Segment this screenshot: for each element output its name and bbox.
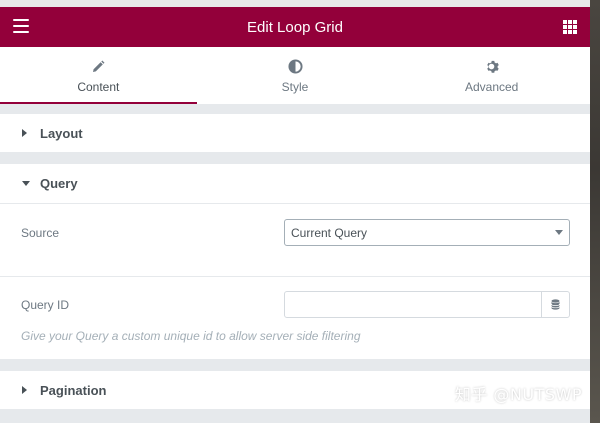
source-select[interactable]: Current Query: [284, 219, 570, 246]
half-circle-icon: [287, 58, 303, 76]
caret-right-icon: [22, 129, 34, 137]
chevron-down-icon: [555, 230, 563, 235]
tab-advanced-label: Advanced: [464, 79, 519, 94]
database-icon[interactable]: [541, 292, 569, 317]
panel-header: Edit Loop Grid: [0, 7, 590, 47]
section-layout-label: Layout: [40, 125, 83, 141]
query-id-control: Query ID Give your Query a custom unique…: [0, 277, 590, 359]
tab-advanced[interactable]: Advanced: [393, 47, 590, 104]
section-query[interactable]: Query: [0, 164, 590, 203]
section-gap: [0, 359, 590, 371]
tab-style-label: Style: [281, 79, 309, 94]
tab-separator: [0, 104, 590, 114]
watermark: 知乎 @NUTSWP: [454, 385, 582, 404]
section-pagination-label: Pagination: [40, 382, 107, 398]
query-id-help: Give your Query a custom unique id to al…: [21, 329, 361, 343]
section-layout[interactable]: Layout: [0, 114, 590, 152]
caret-right-icon: [22, 386, 34, 394]
caret-down-icon: [22, 180, 34, 187]
tab-content-label: Content: [77, 79, 120, 94]
tab-style[interactable]: Style: [196, 47, 394, 104]
query-id-label: Query ID: [21, 298, 70, 312]
panel-tabs: Content Style Advanced: [0, 47, 590, 104]
panel-title: Edit Loop Grid: [247, 18, 343, 36]
query-id-group: [284, 291, 570, 318]
section-gap: [0, 409, 590, 423]
hamburger-icon[interactable]: [13, 19, 29, 33]
source-select-value: Current Query: [291, 225, 368, 240]
query-id-input[interactable]: [285, 292, 541, 317]
editor-panel: Edit Loop Grid Content Style Advanced La…: [0, 7, 590, 423]
top-band: [0, 0, 600, 7]
tab-content[interactable]: Content: [0, 47, 197, 104]
section-query-label: Query: [40, 176, 78, 191]
source-label: Source: [21, 226, 60, 240]
pencil-icon: [91, 58, 105, 76]
canvas-edge: [590, 0, 600, 423]
source-control: Source Current Query: [0, 204, 590, 276]
gear-icon: [484, 58, 499, 76]
section-gap: [0, 152, 590, 164]
grid-icon[interactable]: [563, 20, 577, 34]
